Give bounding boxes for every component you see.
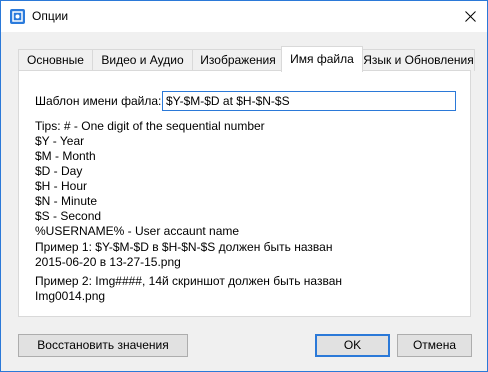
template-label: Шаблон имени файла: — [35, 94, 162, 108]
filename-tab-panel: Шаблон имени файла: $Y-$M-$D at $H-$N-$S… — [18, 70, 471, 317]
example-1-rule: Пример 1: $Y-$M-$D в $H-$N-$S должен быт… — [35, 240, 333, 254]
tip-line: $D - Day — [35, 164, 83, 178]
example-1-result: 2015-06-20 в 13-27-15.png — [35, 255, 181, 269]
close-button[interactable] — [453, 3, 487, 30]
tab-video-audio[interactable]: Видео и Аудио — [92, 49, 193, 71]
tab-images[interactable]: Изображения — [192, 49, 284, 71]
restore-defaults-button[interactable]: Восстановить значения — [18, 334, 188, 357]
tip-line: %USERNAME% - User accaunt name — [35, 224, 240, 238]
tip-line: $Y - Year — [35, 134, 85, 148]
tip-line: Tips: # - One digit of the sequential nu… — [35, 119, 265, 133]
example-2-result: Img0014.png — [35, 289, 106, 303]
tab-general[interactable]: Основные — [18, 49, 93, 71]
app-icon — [10, 9, 25, 24]
ok-button[interactable]: OK — [315, 334, 390, 357]
template-input[interactable]: $Y-$M-$D at $H-$N-$S — [162, 91, 456, 111]
tip-line: $H - Hour — [35, 179, 88, 193]
example-1: Пример 1: $Y-$M-$D в $H-$N-$S должен быт… — [35, 240, 332, 270]
tip-line: $S - Second — [35, 209, 102, 223]
tab-filename[interactable]: Имя файла — [281, 46, 363, 72]
title-bar: Опции — [1, 1, 487, 32]
window-title: Опции — [32, 9, 69, 23]
tab-strip: Основные Видео и Аудио Изображения Имя ф… — [18, 46, 475, 72]
example-2-rule: Пример 2: Img####, 14й скриншот должен б… — [35, 274, 343, 288]
tab-language-updates[interactable]: Язык и Обновления — [362, 49, 475, 71]
options-dialog: Опции Основные Видео и Аудио Изображения… — [0, 0, 488, 372]
tip-line: $N - Minute — [35, 194, 98, 208]
example-2: Пример 2: Img####, 14й скриншот должен б… — [35, 274, 342, 304]
tips-list: Tips: # - One digit of the sequential nu… — [35, 119, 265, 239]
cancel-button[interactable]: Отмена — [397, 334, 472, 357]
close-icon — [464, 11, 476, 22]
tip-line: $M - Month — [35, 149, 96, 163]
